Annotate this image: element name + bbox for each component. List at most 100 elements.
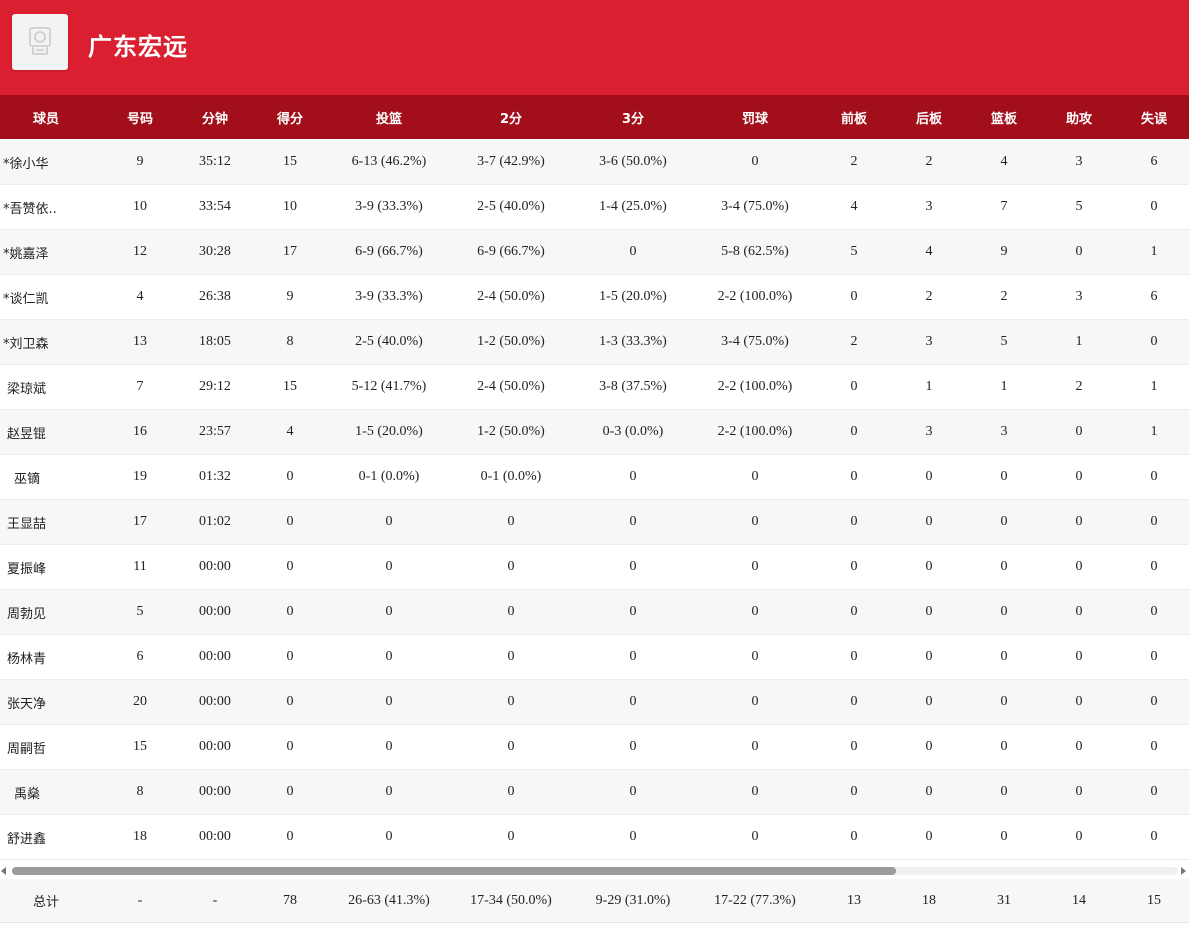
cell-two-pointers: 2-4 (50.0%) xyxy=(477,379,545,394)
cell-assists: 3 xyxy=(1075,289,1083,304)
cell-free-throws: 0 xyxy=(751,469,759,484)
cell-minutes: 00:00 xyxy=(199,829,231,844)
cell-free-throws: 2-2 (100.0%) xyxy=(717,424,793,439)
scroll-thumb[interactable] xyxy=(12,867,896,875)
cell-rebounds: 5 xyxy=(1000,334,1008,349)
cell-two-pointers: 0 xyxy=(507,829,515,844)
cell-two-pointers: 0 xyxy=(507,784,515,799)
cell-number: 20 xyxy=(133,694,147,709)
cell-rebounds: 0 xyxy=(1000,559,1008,574)
cell-free-throws: 5-8 (62.5%) xyxy=(721,244,789,259)
scroll-left-arrow-icon[interactable] xyxy=(1,867,6,875)
cell-offensive-rebounds: 0 xyxy=(850,694,858,709)
player-name[interactable]: 王显喆 xyxy=(7,500,95,544)
cell-rebounds: 0 xyxy=(1000,649,1008,664)
cell-assists: 3 xyxy=(1075,154,1083,169)
cell-turnovers: 1 xyxy=(1150,244,1158,259)
player-name[interactable]: 舒进鑫 xyxy=(7,815,95,859)
player-name[interactable]: 周嗣哲 xyxy=(7,725,95,769)
player-name[interactable]: 禹燊 xyxy=(14,770,102,814)
table-header: 球员 号码 分钟 得分 投篮 2分 3分 罚球 前板 后板 篮板 助攻 失误 xyxy=(0,95,1189,139)
cell-minutes: 35:12 xyxy=(199,154,231,169)
player-name[interactable]: *徐小华 xyxy=(3,140,91,184)
cell-two-pointers: 2-5 (40.0%) xyxy=(477,199,545,214)
horizontal-scrollbar[interactable] xyxy=(0,863,1189,879)
scroll-right-arrow-icon[interactable] xyxy=(1181,867,1186,875)
cell-points: 0 xyxy=(286,469,294,484)
column-header-defensive-rebounds: 后板 xyxy=(915,111,942,127)
player-name[interactable]: 夏振峰 xyxy=(7,545,95,589)
total-free-throws: 17-22 (77.3%) xyxy=(714,892,796,908)
cell-free-throws: 0 xyxy=(751,514,759,529)
cell-defensive-rebounds: 3 xyxy=(925,424,933,439)
table-row: *吾赞依.. 10 33:54 10 3-9 (33.3%) 2-5 (40.0%) 1-4… xyxy=(0,185,1189,230)
total-defensive-rebounds: 18 xyxy=(922,892,936,908)
cell-number: 7 xyxy=(136,379,144,394)
player-name[interactable]: 赵昱锟 xyxy=(7,410,95,454)
cell-number: 11 xyxy=(133,559,147,574)
player-name[interactable]: *刘卫森 xyxy=(3,320,91,364)
cell-three-pointers: 0 xyxy=(629,649,637,664)
cell-offensive-rebounds: 0 xyxy=(850,604,858,619)
player-name[interactable]: *吾赞依.. xyxy=(3,185,91,229)
table-row: 杨林青 6 00:00 0 0 0 0 0 0 0 0 0 0 xyxy=(0,635,1189,680)
cell-minutes: 23:57 xyxy=(199,424,231,439)
cell-number: 19 xyxy=(133,469,147,484)
total-assists: 14 xyxy=(1072,892,1086,908)
cell-rebounds: 0 xyxy=(1000,514,1008,529)
cell-defensive-rebounds: 0 xyxy=(925,604,933,619)
cell-points: 0 xyxy=(286,739,294,754)
cell-offensive-rebounds: 4 xyxy=(850,199,858,214)
total-turnovers: 15 xyxy=(1147,892,1161,908)
cell-turnovers: 0 xyxy=(1150,559,1158,574)
cell-three-pointers: 0 xyxy=(629,244,637,259)
cell-offensive-rebounds: 2 xyxy=(850,154,858,169)
cell-three-pointers: 0-3 (0.0%) xyxy=(602,424,664,439)
cell-rebounds: 2 xyxy=(1000,289,1008,304)
cell-rebounds: 1 xyxy=(1000,379,1008,394)
table-row: 周嗣哲 15 00:00 0 0 0 0 0 0 0 0 0 0 xyxy=(0,725,1189,770)
cell-field-goals: 0 xyxy=(385,649,393,664)
cell-points: 0 xyxy=(286,784,294,799)
cell-assists: 0 xyxy=(1075,649,1083,664)
cell-two-pointers: 0 xyxy=(507,559,515,574)
cell-defensive-rebounds: 0 xyxy=(925,784,933,799)
player-name[interactable]: *谈仁凯 xyxy=(3,275,91,319)
player-name[interactable]: 梁琼斌 xyxy=(7,365,95,409)
table-row: 王显喆 17 01:02 0 0 0 0 0 0 0 0 0 0 xyxy=(0,500,1189,545)
total-field-goals: 26-63 (41.3%) xyxy=(348,892,430,908)
table-row: *徐小华 9 35:12 15 6-13 (46.2%) 3-7 (42.9%) 3-6 (… xyxy=(0,140,1189,185)
cell-turnovers: 1 xyxy=(1150,379,1158,394)
cell-assists: 0 xyxy=(1075,694,1083,709)
player-name[interactable]: 巫镝 xyxy=(14,455,102,499)
cell-field-goals: 2-5 (40.0%) xyxy=(355,334,423,349)
player-name[interactable]: 杨林青 xyxy=(7,635,95,679)
cell-number: 8 xyxy=(136,784,144,799)
cell-two-pointers: 0 xyxy=(507,649,515,664)
cell-points: 0 xyxy=(286,514,294,529)
cell-defensive-rebounds: 3 xyxy=(925,199,933,214)
cell-defensive-rebounds: 4 xyxy=(925,244,933,259)
player-name[interactable]: *姚嘉泽 xyxy=(3,230,91,274)
cell-minutes: 26:38 xyxy=(199,289,231,304)
cell-points: 10 xyxy=(283,199,297,214)
player-name[interactable]: 张天净 xyxy=(7,680,95,724)
table-row: *姚嘉泽 12 30:28 17 6-9 (66.7%) 6-9 (66.7%) 0 5-8 … xyxy=(0,230,1189,275)
cell-turnovers: 6 xyxy=(1150,289,1158,304)
cell-minutes: 18:05 xyxy=(199,334,231,349)
cell-offensive-rebounds: 0 xyxy=(850,649,858,664)
player-name[interactable]: 周勃见 xyxy=(7,590,95,634)
cell-minutes: 01:32 xyxy=(199,469,231,484)
cell-offensive-rebounds: 0 xyxy=(850,739,858,754)
cell-defensive-rebounds: 0 xyxy=(925,829,933,844)
cell-turnovers: 0 xyxy=(1150,334,1158,349)
cell-number: 6 xyxy=(136,649,144,664)
cell-defensive-rebounds: 2 xyxy=(925,289,933,304)
cell-three-pointers: 1-4 (25.0%) xyxy=(599,199,667,214)
cell-two-pointers: 1-2 (50.0%) xyxy=(477,424,545,439)
team-logo xyxy=(12,14,68,70)
cell-field-goals: 0 xyxy=(385,559,393,574)
cell-turnovers: 0 xyxy=(1150,829,1158,844)
cell-points: 0 xyxy=(286,604,294,619)
cell-free-throws: 0 xyxy=(751,154,759,169)
